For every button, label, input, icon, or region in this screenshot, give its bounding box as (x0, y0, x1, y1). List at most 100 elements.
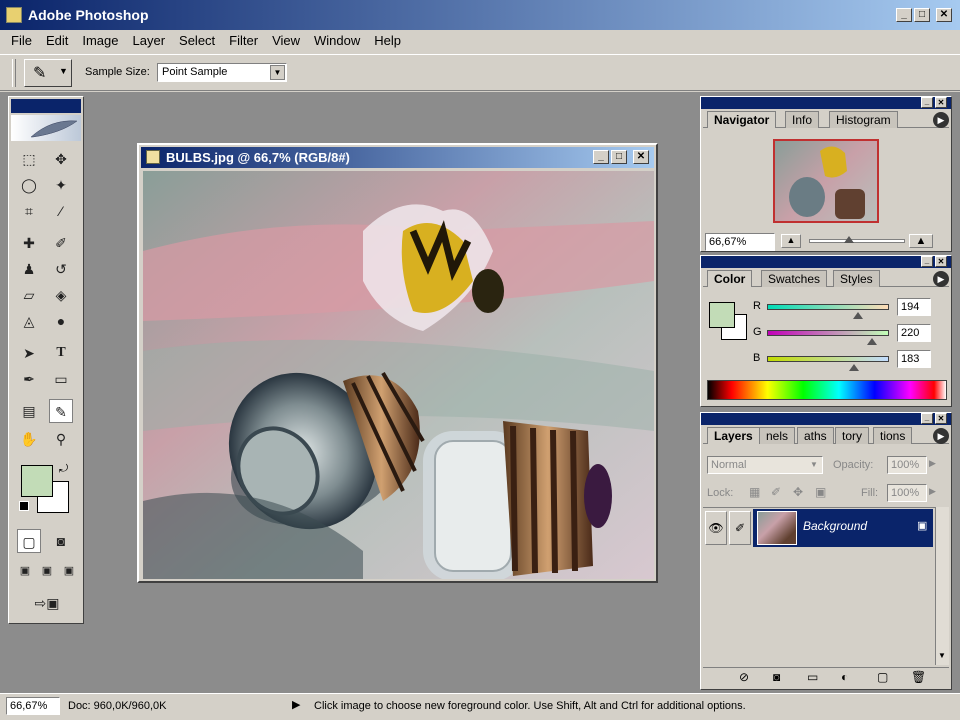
layer-row-background[interactable]: 👁 ✐ Background ▣ (703, 509, 933, 547)
opacity-field[interactable]: 100% (887, 456, 927, 474)
layers-scrollbar[interactable]: ▼ (935, 507, 949, 665)
shape-tool-icon[interactable]: ▭ (49, 367, 73, 391)
navigator-close-button[interactable]: ✕ (935, 97, 947, 108)
minimize-button[interactable]: _ (896, 8, 912, 22)
menu-file[interactable]: File (4, 31, 39, 50)
opacity-arrow-icon[interactable]: ▶ (929, 458, 936, 469)
layer-set-icon[interactable]: ▭ (807, 670, 818, 684)
jump-to-imageready-icon[interactable]: ⇨▣ (27, 591, 67, 615)
clone-stamp-tool-icon[interactable]: ♟ (17, 257, 41, 281)
fill-field[interactable]: 100% (887, 484, 927, 502)
eyedropper-tool-icon[interactable]: ✎ (49, 399, 73, 423)
notes-tool-icon[interactable]: ▤ (17, 399, 41, 423)
fill-arrow-icon[interactable]: ▶ (929, 486, 936, 497)
standard-mode-icon[interactable]: ▢ (17, 529, 41, 553)
document-minimize-button[interactable]: _ (593, 150, 609, 164)
color-menu-button[interactable]: ▶ (933, 271, 949, 287)
color-panel-foreground-swatch[interactable] (709, 302, 735, 328)
r-value-field[interactable]: 194 (897, 298, 931, 316)
blur-tool-icon[interactable]: ◬ (17, 309, 41, 333)
standard-screen-mode-icon[interactable]: ▣ (13, 559, 37, 583)
b-slider[interactable] (767, 356, 889, 362)
layers-minimize-button[interactable]: _ (921, 413, 933, 424)
zoom-tool-icon[interactable]: ⚲ (49, 427, 73, 451)
image-canvas[interactable] (143, 171, 654, 579)
tab-styles[interactable]: Styles (833, 270, 880, 287)
menu-view[interactable]: View (265, 31, 307, 50)
adjustment-layer-icon[interactable]: ◐ (841, 670, 848, 684)
lock-all-icon[interactable]: ▣ (815, 485, 826, 499)
delete-layer-icon[interactable]: 🗑 (911, 670, 926, 684)
tab-navigator[interactable]: Navigator (707, 111, 777, 128)
lasso-tool-icon[interactable]: ◯ (17, 173, 41, 197)
tool-preset-picker[interactable]: ✎ ▼ (24, 59, 72, 87)
navigator-zoom-field[interactable]: 66,67% (705, 233, 775, 251)
path-selection-tool-icon[interactable]: ➤ (17, 341, 41, 365)
dodge-tool-icon[interactable]: ● (49, 309, 73, 333)
lock-image-icon[interactable]: ✐ (771, 485, 781, 499)
layer-visibility-eye-icon[interactable]: 👁 (705, 511, 727, 545)
layer-mask-icon[interactable]: ◙ (773, 670, 780, 684)
close-button[interactable]: ✕ (936, 8, 952, 22)
menu-help[interactable]: Help (367, 31, 408, 50)
navigator-menu-button[interactable]: ▶ (933, 112, 949, 128)
type-tool-icon[interactable]: T (49, 341, 73, 365)
maximize-button[interactable]: □ (914, 8, 930, 22)
zoom-in-icon[interactable]: ▲ (909, 234, 933, 248)
tab-channels[interactable]: nels (759, 427, 796, 444)
color-ramp[interactable] (707, 380, 947, 400)
brush-tool-icon[interactable]: ✐ (49, 231, 73, 255)
magic-wand-tool-icon[interactable]: ✦ (49, 173, 73, 197)
color-close-button[interactable]: ✕ (935, 256, 947, 267)
layer-style-icon[interactable]: ⊘ (739, 670, 749, 684)
new-layer-icon[interactable]: ▢ (877, 670, 888, 684)
g-value-field[interactable]: 220 (897, 324, 931, 342)
default-colors-icon[interactable] (19, 501, 29, 511)
move-tool-icon[interactable]: ✥ (49, 147, 73, 171)
tab-actions[interactable]: tions (873, 427, 913, 444)
document-close-button[interactable]: ✕ (633, 150, 649, 164)
document-maximize-button[interactable]: □ (611, 150, 627, 164)
layers-menu-button[interactable]: ▶ (933, 428, 949, 444)
full-screen-mode-icon[interactable]: ▣ (57, 559, 81, 583)
menu-image[interactable]: Image (75, 31, 125, 50)
scroll-down-icon[interactable]: ▼ (938, 651, 946, 660)
b-value-field[interactable]: 183 (897, 350, 931, 368)
full-screen-menu-mode-icon[interactable]: ▣ (35, 559, 59, 583)
menu-select[interactable]: Select (172, 31, 222, 50)
foreground-color-swatch[interactable] (21, 465, 53, 497)
status-zoom-field[interactable]: 66,67% (6, 697, 60, 715)
status-menu-arrow-icon[interactable]: ▶ (292, 698, 300, 711)
tab-swatches[interactable]: Swatches (761, 270, 828, 287)
menu-layer[interactable]: Layer (126, 31, 173, 50)
menu-edit[interactable]: Edit (39, 31, 75, 50)
history-brush-tool-icon[interactable]: ↺ (49, 257, 73, 281)
navigator-minimize-button[interactable]: _ (921, 97, 933, 108)
swap-colors-icon[interactable]: ⤾ (59, 463, 68, 476)
slice-tool-icon[interactable]: ⁄ (49, 199, 73, 223)
quick-mask-mode-icon[interactable]: ◙ (49, 529, 73, 553)
b-slider-thumb[interactable] (849, 364, 859, 371)
lock-position-icon[interactable]: ✥ (793, 485, 803, 499)
navigator-thumbnail[interactable] (773, 139, 879, 223)
r-slider-thumb[interactable] (853, 312, 863, 319)
healing-brush-tool-icon[interactable]: ✚ (17, 231, 41, 255)
color-minimize-button[interactable]: _ (921, 256, 933, 267)
pen-tool-icon[interactable]: ✒ (17, 367, 41, 391)
crop-tool-icon[interactable]: ⌗ (17, 199, 41, 223)
tab-history[interactable]: tory (835, 427, 870, 444)
tab-info[interactable]: Info (785, 111, 820, 128)
menu-window[interactable]: Window (307, 31, 367, 50)
zoom-out-icon[interactable]: ▲ (781, 234, 801, 248)
tab-color[interactable]: Color (707, 270, 753, 287)
eraser-tool-icon[interactable]: ▱ (17, 283, 41, 307)
marquee-tool-icon[interactable]: ⬚ (17, 147, 41, 171)
navigator-zoom-slider[interactable] (809, 239, 905, 243)
layers-close-button[interactable]: ✕ (935, 413, 947, 424)
navigator-zoom-thumb[interactable] (844, 236, 854, 243)
sample-size-select[interactable]: Point Sample ▼ (157, 63, 287, 82)
paint-bucket-tool-icon[interactable]: ◈ (49, 283, 73, 307)
tab-layers[interactable]: Layers (707, 427, 760, 444)
g-slider-thumb[interactable] (867, 338, 877, 345)
menu-filter[interactable]: Filter (222, 31, 265, 50)
